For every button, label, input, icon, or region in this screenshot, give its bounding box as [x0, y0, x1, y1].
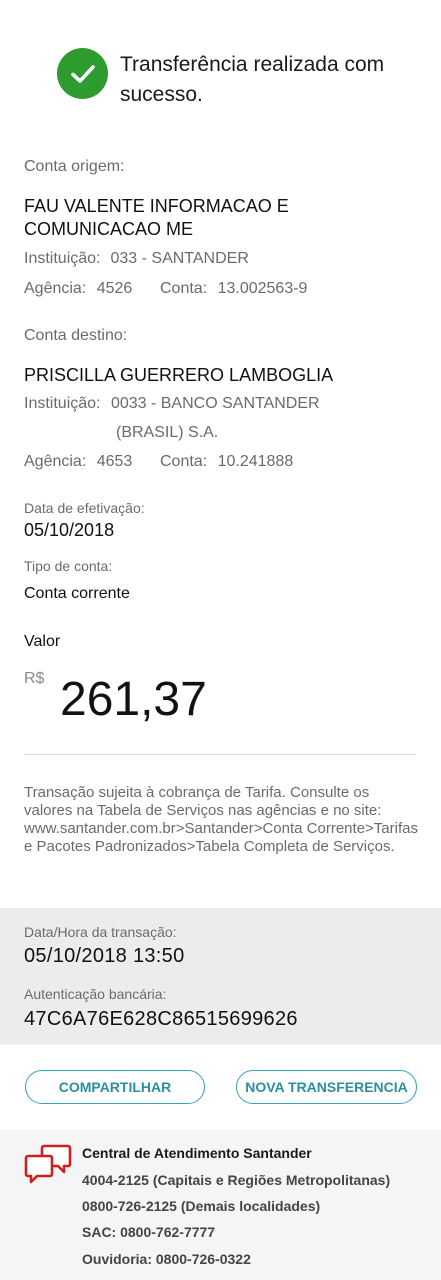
destination-agency-label: Agência:	[24, 453, 87, 470]
destination-account: Conta: 10.241888	[160, 453, 293, 471]
new-transfer-button[interactable]: NOVA TRANSFERENCIA	[236, 1070, 417, 1104]
transaction-datetime-value: 05/10/2018 13:50	[24, 945, 185, 967]
share-button[interactable]: COMPARTILHAR	[25, 1070, 205, 1104]
origin-account-label: Conta:	[160, 280, 208, 297]
destination-institution-value-line1: 0033 - BANCO SANTANDER	[110, 395, 320, 412]
transaction-datetime-label: Data/Hora da transação:	[24, 924, 177, 940]
origin-account: Conta: 13.002563-9	[160, 280, 307, 298]
destination-institution-value-line2: (BRASIL) S.A.	[116, 424, 219, 441]
check-circle-icon	[57, 48, 108, 99]
destination-agency-account: Agência: 4653 Conta: 10.241888	[24, 453, 293, 471]
origin-agency-account: Agência: 4526 Conta: 13.002563-9	[24, 280, 307, 298]
destination-name: PRISCILLA GUERRERO LAMBOGLIA	[24, 365, 334, 385]
account-type-label: Tipo de conta:	[24, 558, 113, 574]
origin-institution-value: 033 - SANTANDER	[110, 250, 249, 267]
success-title: Transferência realizada com sucesso.	[120, 53, 385, 106]
amount-label: Valor	[24, 633, 61, 650]
origin-agency-label: Agência:	[24, 280, 87, 297]
auth-value: 47C6A76E628C86515699626	[24, 1008, 298, 1030]
fee-notice: Transação sujeita à cobrança de Tarifa. …	[24, 784, 418, 855]
destination-account-label: Conta:	[160, 453, 208, 470]
destination-agency-value: 4653	[96, 453, 133, 470]
support-title: Central de Atendimento Santander	[82, 1145, 312, 1161]
chat-bubbles-icon	[24, 1144, 72, 1184]
origin-name-line2: COMUNICACAO ME	[24, 219, 194, 239]
destination-institution-label: Instituição:	[24, 395, 101, 412]
currency-symbol: R$	[24, 670, 45, 687]
auth-label: Autenticação bancária:	[24, 986, 167, 1002]
origin-name-line1: FAU VALENTE INFORMACAO E	[24, 196, 289, 216]
destination-account-value: 10.241888	[217, 453, 294, 470]
support-ombudsman: Ouvidoria: 0800-726-0322	[82, 1251, 251, 1267]
origin-institution: Instituição: 033 - SANTANDER	[24, 250, 249, 268]
origin-name: FAU VALENTE INFORMACAO E COMUNICACAO ME	[24, 195, 289, 241]
date-label: Data de efetivação:	[24, 500, 145, 516]
origin-agency-value: 4526	[96, 280, 133, 297]
support-phone-other: 0800-726-2125 (Demais localidades)	[82, 1198, 321, 1214]
destination-institution: Instituição: 0033 - BANCO SANTANDER	[24, 395, 320, 413]
support-sac: SAC: 0800-762-7777	[82, 1224, 216, 1240]
date-value: 05/10/2018	[24, 520, 115, 540]
amount-value: 261,37	[60, 673, 207, 726]
origin-label: Conta origem:	[24, 158, 125, 175]
divider	[24, 754, 416, 755]
origin-institution-label: Instituição:	[24, 250, 101, 267]
account-type-value: Conta corrente	[24, 585, 130, 602]
destination-label: Conta destino:	[24, 327, 128, 344]
origin-account-value: 13.002563-9	[217, 280, 308, 297]
support-phone-capitals: 4004-2125 (Capitais e Regiões Metropolit…	[82, 1172, 391, 1188]
